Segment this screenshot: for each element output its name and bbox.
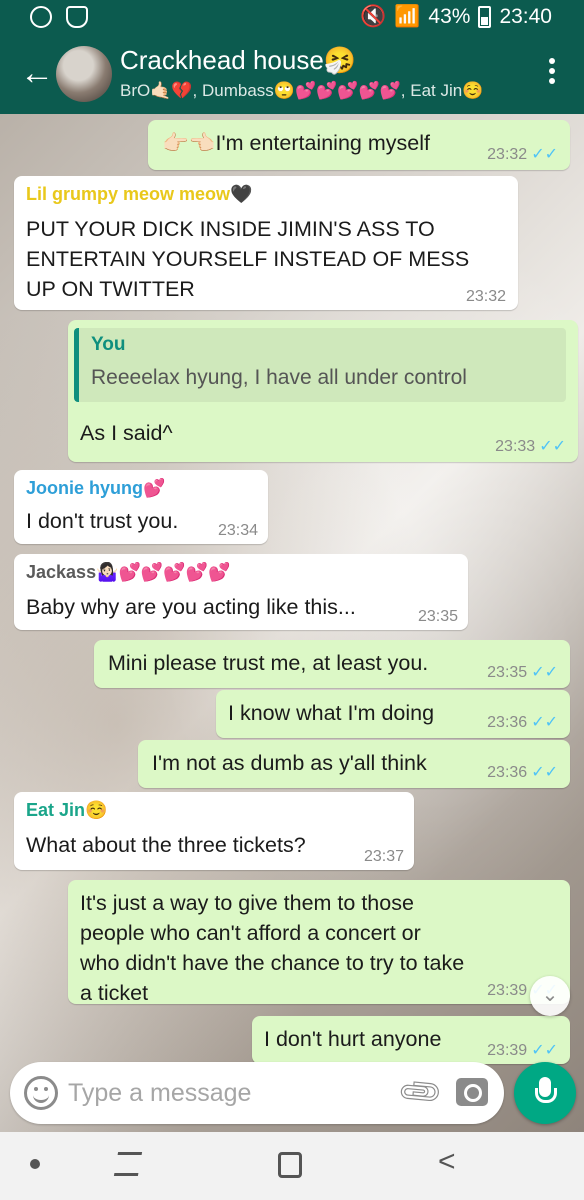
message-incoming[interactable]: Eat Jin☺️ What about the three tickets? … bbox=[14, 792, 414, 870]
recent-apps-icon[interactable] bbox=[113, 1152, 143, 1176]
read-ticks-icon: ✓✓ bbox=[531, 664, 558, 681]
message-sender: Eat Jin☺️ bbox=[26, 800, 108, 820]
paperclip-icon[interactable]: 📎︎ bbox=[396, 1068, 447, 1119]
group-avatar[interactable] bbox=[56, 46, 112, 102]
message-time: 23:35 ✓✓ bbox=[487, 664, 558, 681]
read-ticks-icon: ✓✓ bbox=[539, 438, 566, 455]
message-time: 23:33 ✓✓ bbox=[495, 438, 566, 455]
wifi-icon: 📶 bbox=[394, 5, 421, 28]
group-title[interactable]: Crackhead house🤧 bbox=[120, 45, 356, 76]
quoted-sender: You bbox=[91, 334, 126, 355]
message-time: 23:32 ✓✓ bbox=[487, 146, 558, 163]
read-ticks-icon: ✓✓ bbox=[531, 714, 558, 731]
message-outgoing[interactable]: Mini please trust me, at least you. 23:3… bbox=[94, 640, 570, 688]
message-outgoing-reply[interactable]: You Reeeelax hyung, I have all under con… bbox=[68, 320, 578, 462]
microphone-icon[interactable] bbox=[514, 1062, 576, 1124]
battery-icon bbox=[478, 6, 492, 28]
mute-icon: 🔇 bbox=[360, 5, 387, 28]
back-arrow-icon[interactable]: ← bbox=[20, 56, 54, 90]
message-text: I know what I'm doing bbox=[228, 701, 435, 725]
message-time: 23:36 ✓✓ bbox=[487, 764, 558, 781]
group-participants[interactable]: BrO🤙🏻💔, Dumbass🙄💕💕💕💕💕, Eat Jin☺️ bbox=[120, 81, 483, 101]
message-text: I don't trust you. bbox=[26, 509, 179, 533]
message-text: 👉🏻👈🏻I'm entertaining myself bbox=[162, 131, 430, 155]
message-incoming[interactable]: Jackass🤷🏻‍♀️💕💕💕💕💕 Baby why are you actin… bbox=[14, 554, 468, 630]
camera-icon[interactable] bbox=[456, 1078, 488, 1106]
message-outgoing[interactable]: It's just a way to give them to those pe… bbox=[68, 880, 570, 1005]
message-text: As I said^ bbox=[80, 421, 173, 445]
message-text: PUT YOUR DICK INSIDE JIMIN'S ASS TO ENTE… bbox=[26, 217, 470, 301]
message-text: Mini please trust me, at least you. bbox=[108, 651, 429, 675]
message-outgoing[interactable]: I don't hurt anyone 23:39 ✓✓ bbox=[252, 1016, 570, 1064]
message-sender: Lil grumpy meow meow🖤 bbox=[26, 184, 253, 204]
read-ticks-icon: ✓✓ bbox=[531, 146, 558, 163]
message-time: 23:35 bbox=[417, 608, 458, 625]
read-ticks-icon: ✓✓ bbox=[531, 1042, 558, 1059]
quoted-message[interactable]: You Reeeelax hyung, I have all under con… bbox=[74, 328, 566, 402]
message-text: Baby why are you acting like this... bbox=[26, 595, 356, 619]
message-text: What about the three tickets? bbox=[26, 833, 306, 857]
chevron-double-down-icon[interactable]: ⌄ bbox=[530, 976, 570, 1016]
message-incoming[interactable]: Lil grumpy meow meow🖤 PUT YOUR DICK INSI… bbox=[14, 176, 518, 310]
message-outgoing[interactable]: 👉🏻👈🏻I'm entertaining myself 23:32 ✓✓ bbox=[148, 120, 570, 170]
message-composer: 📎︎ bbox=[10, 1062, 504, 1124]
shield-notification-icon bbox=[66, 6, 88, 28]
read-ticks-icon: ✓✓ bbox=[531, 764, 558, 781]
home-icon[interactable] bbox=[278, 1152, 302, 1178]
whatsapp-notification-icon bbox=[30, 6, 52, 28]
message-time: 23:34 bbox=[217, 522, 258, 539]
message-outgoing[interactable]: I know what I'm doing 23:36 ✓✓ bbox=[216, 690, 570, 738]
emoji-icon[interactable] bbox=[24, 1076, 58, 1110]
more-vert-icon[interactable] bbox=[548, 58, 556, 84]
nav-back-icon[interactable]: < bbox=[438, 1147, 456, 1177]
message-outgoing[interactable]: I'm not as dumb as y'all think 23:36 ✓✓ bbox=[138, 740, 570, 788]
message-incoming[interactable]: Joonie hyung💕 I don't trust you. 23:34 bbox=[14, 470, 268, 544]
message-text: I don't hurt anyone bbox=[264, 1027, 442, 1051]
message-time: 23:32 bbox=[465, 288, 506, 305]
clock: 23:40 bbox=[499, 5, 552, 28]
message-sender: Joonie hyung💕 bbox=[26, 478, 166, 498]
chat-header: ← Crackhead house🤧 BrO🤙🏻💔, Dumbass🙄💕💕💕💕💕… bbox=[0, 36, 584, 114]
message-time: 23:37 bbox=[363, 848, 404, 865]
message-text: It's just a way to give them to those pe… bbox=[80, 891, 465, 1005]
message-time: 23:39✓✓ bbox=[487, 1042, 558, 1059]
nav-dot-icon[interactable] bbox=[30, 1159, 40, 1169]
chat-area[interactable]: 👉🏻👈🏻I'm entertaining myself 23:32 ✓✓ Lil … bbox=[0, 114, 584, 1132]
message-sender: Jackass🤷🏻‍♀️💕💕💕💕💕 bbox=[26, 562, 231, 582]
message-time: 23:36 ✓✓ bbox=[487, 714, 558, 731]
message-input[interactable] bbox=[68, 1074, 388, 1112]
battery-percent: 43% bbox=[428, 5, 471, 28]
message-text: I'm not as dumb as y'all think bbox=[152, 751, 427, 775]
system-navigation-bar: < bbox=[0, 1132, 584, 1200]
quoted-text: Reeeelax hyung, I have all under control bbox=[91, 366, 467, 389]
status-bar: 🔇 📶 43% 23:40 bbox=[0, 0, 584, 36]
